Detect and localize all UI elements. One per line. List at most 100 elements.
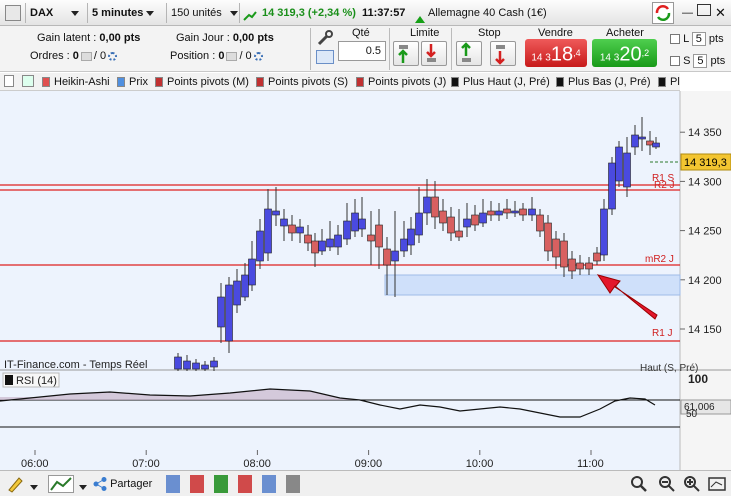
candle bbox=[652, 142, 660, 148]
stop-sell-button[interactable] bbox=[490, 41, 516, 66]
indicator-tab[interactable]: Prix bbox=[117, 75, 148, 90]
candle bbox=[615, 146, 623, 182]
add-indicator-icon[interactable] bbox=[22, 75, 34, 87]
y-tick-label: 14 350 bbox=[688, 127, 722, 139]
candle bbox=[233, 280, 241, 306]
candle bbox=[272, 210, 280, 216]
candle bbox=[631, 134, 639, 148]
s-checkbox[interactable] bbox=[670, 56, 680, 67]
rsi-color-icon bbox=[5, 375, 13, 385]
candle bbox=[358, 218, 366, 230]
candle bbox=[552, 238, 560, 258]
candle bbox=[487, 210, 495, 216]
candle bbox=[623, 152, 631, 188]
instrument-icon[interactable] bbox=[5, 5, 21, 21]
candle bbox=[519, 208, 527, 216]
gain-latent-value: 0,00 pts bbox=[99, 32, 141, 44]
interval-select[interactable]: 5 minutes bbox=[92, 3, 164, 23]
keyboard-icon[interactable] bbox=[316, 50, 334, 64]
candle bbox=[248, 258, 256, 286]
zoom-icon[interactable] bbox=[630, 475, 648, 493]
candle bbox=[225, 284, 233, 342]
close-orders-icon[interactable] bbox=[80, 51, 92, 61]
candle bbox=[455, 230, 463, 238]
price-chart[interactable]: 14 40014 35014 30014 25014 20014 150R1 S… bbox=[0, 91, 731, 496]
y-tick-label: 14 150 bbox=[688, 324, 722, 336]
market-open-icon bbox=[415, 10, 425, 23]
tool-icon[interactable] bbox=[262, 475, 276, 493]
gear-icon[interactable] bbox=[108, 51, 118, 61]
top-toolbar: DAX 5 minutes 150 unités 14 319,3 (+2,34… bbox=[0, 0, 731, 26]
dropdown-arrow-icon[interactable] bbox=[76, 481, 87, 499]
chart-type-icon[interactable] bbox=[48, 475, 74, 493]
gain-jour-value: 0,00 pts bbox=[232, 32, 274, 44]
orders-value: 0 bbox=[72, 50, 79, 62]
indicator-bar: Heikin-Ashi Prix Points pivots (M) Point… bbox=[0, 73, 680, 91]
minimize-button[interactable]: — bbox=[682, 3, 696, 23]
clock: 11:37:57 bbox=[362, 7, 406, 19]
close-button[interactable]: ✕ bbox=[715, 3, 729, 23]
indicator-tab[interactable]: Plus Haut (J, Pré) bbox=[451, 75, 550, 90]
indicator-tab[interactable]: Plus Bas (J, Pré) bbox=[556, 75, 651, 90]
sync-icon[interactable] bbox=[652, 2, 674, 24]
quantity-label: Qté bbox=[352, 27, 370, 39]
rsi-pane[interactable] bbox=[0, 370, 680, 470]
candle bbox=[256, 230, 264, 262]
candle bbox=[217, 296, 225, 328]
indicator-tab[interactable]: Points pivots (S) bbox=[256, 75, 348, 90]
limit-sell-button[interactable] bbox=[421, 41, 447, 66]
indicator-tab[interactable]: Points pivots (M) bbox=[155, 75, 249, 90]
zoom-out-icon[interactable] bbox=[658, 475, 676, 493]
s-points-input[interactable]: 5 bbox=[693, 54, 708, 68]
tool-icon[interactable] bbox=[286, 475, 300, 493]
candle bbox=[415, 212, 423, 236]
price-pane[interactable] bbox=[0, 91, 680, 370]
zoom-in-icon[interactable] bbox=[683, 475, 701, 493]
candle bbox=[528, 208, 536, 216]
limit-buy-button[interactable] bbox=[393, 41, 419, 66]
wrench-icon[interactable] bbox=[316, 30, 334, 46]
candle bbox=[536, 214, 544, 232]
level-label: R2 J bbox=[654, 180, 675, 191]
dropdown-arrow-icon bbox=[71, 10, 80, 16]
candle bbox=[585, 262, 593, 270]
l-points-input[interactable]: 5 bbox=[691, 32, 706, 46]
pencil-icon[interactable] bbox=[5, 475, 25, 493]
candle bbox=[280, 218, 288, 227]
units-select[interactable]: 150 unités bbox=[171, 3, 238, 23]
candle bbox=[288, 224, 296, 234]
buy-button[interactable]: 14 320,2 bbox=[592, 39, 657, 67]
tool-icon[interactable] bbox=[190, 475, 204, 493]
watermark: IT-Finance.com - Temps Réel bbox=[4, 359, 147, 371]
indicator-tab[interactable]: Plu bbox=[658, 75, 680, 90]
tool-icon[interactable] bbox=[214, 475, 228, 493]
level-label: R1 J bbox=[652, 328, 673, 339]
rsi-axis-label: 50 bbox=[686, 409, 698, 420]
candle bbox=[241, 274, 249, 298]
stop-label: Stop bbox=[478, 27, 501, 39]
gear-icon[interactable] bbox=[253, 51, 263, 61]
candle bbox=[296, 226, 304, 234]
position-label: Position : bbox=[170, 50, 216, 62]
maximize-button[interactable] bbox=[697, 4, 711, 16]
stop-buy-button[interactable] bbox=[456, 41, 482, 66]
l-checkbox[interactable] bbox=[670, 34, 680, 45]
close-position-icon[interactable] bbox=[226, 51, 238, 61]
quantity-input[interactable]: 0.5 bbox=[338, 41, 386, 61]
candle bbox=[318, 240, 326, 252]
chart-settings-icon[interactable] bbox=[4, 75, 14, 87]
x-tick-label: 10:00 bbox=[466, 458, 494, 470]
tool-icon[interactable] bbox=[166, 475, 180, 493]
instrument-select[interactable]: DAX bbox=[30, 3, 86, 23]
buy-label: Acheter bbox=[606, 27, 644, 39]
candle bbox=[334, 234, 342, 248]
indicator-tab[interactable]: Points pivots (J) bbox=[356, 75, 446, 90]
indicator-tab[interactable]: Heikin-Ashi bbox=[42, 75, 110, 90]
candle bbox=[495, 210, 503, 216]
tool-icon[interactable] bbox=[238, 475, 252, 493]
sell-button[interactable]: 14 318,4 bbox=[525, 39, 587, 67]
dropdown-arrow-icon[interactable] bbox=[27, 481, 38, 499]
candle bbox=[471, 214, 479, 226]
share-button[interactable]: Partager bbox=[93, 475, 163, 493]
chart-view-icon[interactable] bbox=[708, 475, 726, 493]
